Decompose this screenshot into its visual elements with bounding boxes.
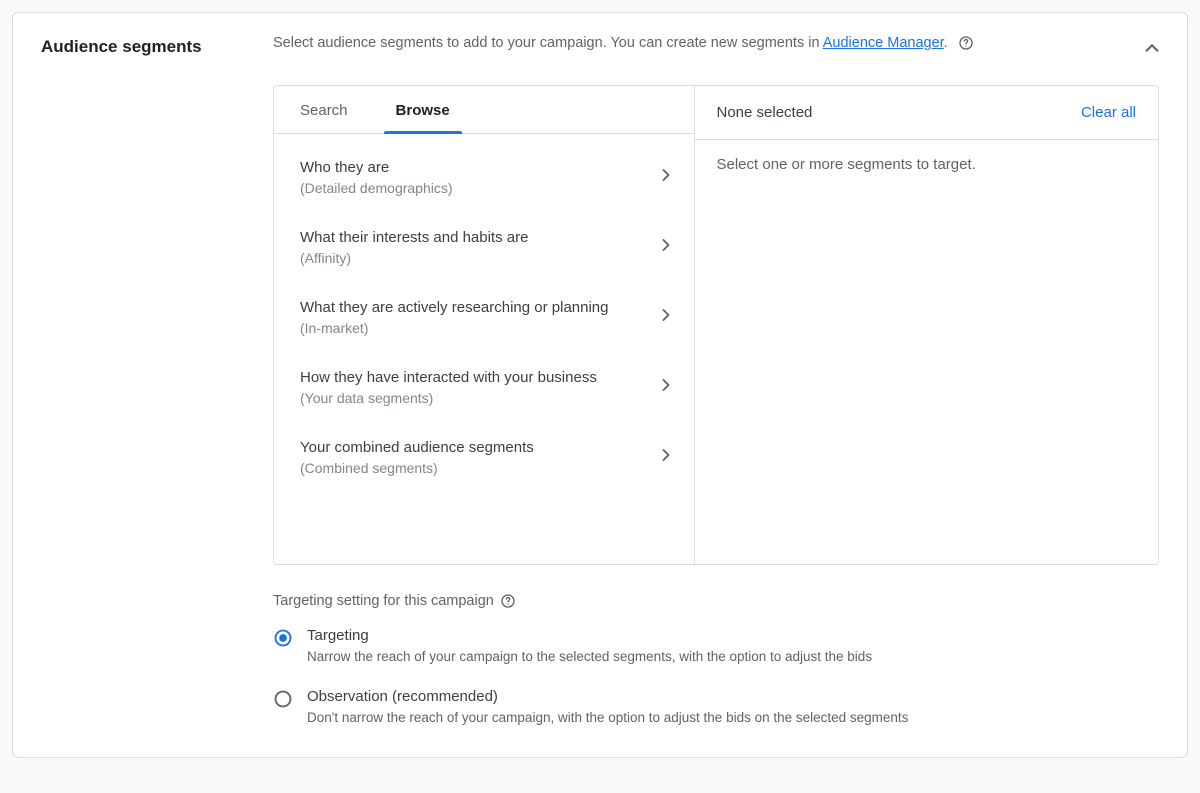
category-title: What their interests and habits are	[300, 228, 644, 248]
category-subtitle: (Detailed demographics)	[300, 180, 644, 196]
intro-post: .	[944, 35, 948, 51]
tab-search[interactable]: Search	[276, 86, 372, 133]
category-detailed-demographics[interactable]: Who they are (Detailed demographics)	[274, 142, 694, 212]
category-list: Who they are (Detailed demographics) Wha…	[274, 134, 694, 500]
category-title: How they have interacted with your busin…	[300, 368, 644, 388]
segment-picker: Search Browse Who they are (Detailed dem…	[273, 85, 1159, 565]
radio-desc: Narrow the reach of your campaign to the…	[307, 648, 1159, 666]
category-subtitle: (Your data segments)	[300, 390, 644, 406]
chevron-right-icon	[656, 235, 676, 260]
radio-title: Observation (recommended)	[307, 688, 1159, 705]
tab-browse[interactable]: Browse	[372, 86, 474, 133]
targeting-settings: Targeting setting for this campaign Targ…	[273, 593, 1159, 727]
selection-placeholder: Select one or more segments to target.	[717, 156, 1137, 173]
clear-all-button[interactable]: Clear all	[1081, 104, 1136, 121]
category-title: Your combined audience segments	[300, 438, 644, 458]
help-icon[interactable]	[500, 593, 516, 609]
radio-icon-selected	[273, 628, 293, 648]
chevron-right-icon	[656, 165, 676, 190]
category-title: What they are actively researching or pl…	[300, 298, 644, 318]
audience-manager-link[interactable]: Audience Manager	[823, 35, 944, 51]
category-subtitle: (In-market)	[300, 320, 644, 336]
radio-icon-unselected	[273, 689, 293, 709]
category-subtitle: (Combined segments)	[300, 460, 644, 476]
section-title: Audience segments	[41, 33, 273, 57]
radio-desc: Don't narrow the reach of your campaign,…	[307, 709, 1159, 727]
help-icon[interactable]	[958, 35, 974, 51]
chevron-right-icon	[656, 375, 676, 400]
chevron-right-icon	[656, 445, 676, 470]
category-your-data[interactable]: How they have interacted with your busin…	[274, 352, 694, 422]
selected-count: None selected	[717, 104, 813, 121]
targeting-label: Targeting setting for this campaign	[273, 593, 494, 609]
radio-option-targeting[interactable]: Targeting Narrow the reach of your campa…	[273, 627, 1159, 666]
category-in-market[interactable]: What they are actively researching or pl…	[274, 282, 694, 352]
category-combined[interactable]: Your combined audience segments (Combine…	[274, 422, 694, 492]
category-title: Who they are	[300, 158, 644, 178]
category-affinity[interactable]: What their interests and habits are (Aff…	[274, 212, 694, 282]
chevron-right-icon	[656, 305, 676, 330]
collapse-button[interactable]	[1141, 37, 1163, 64]
radio-option-observation[interactable]: Observation (recommended) Don't narrow t…	[273, 688, 1159, 727]
tabs: Search Browse	[274, 86, 694, 134]
intro-text: Select audience segments to add to your …	[273, 33, 1159, 53]
audience-segments-card: Audience segments Select audience segmen…	[12, 12, 1188, 758]
category-subtitle: (Affinity)	[300, 250, 644, 266]
intro-pre: Select audience segments to add to your …	[273, 35, 823, 51]
radio-title: Targeting	[307, 627, 1159, 644]
